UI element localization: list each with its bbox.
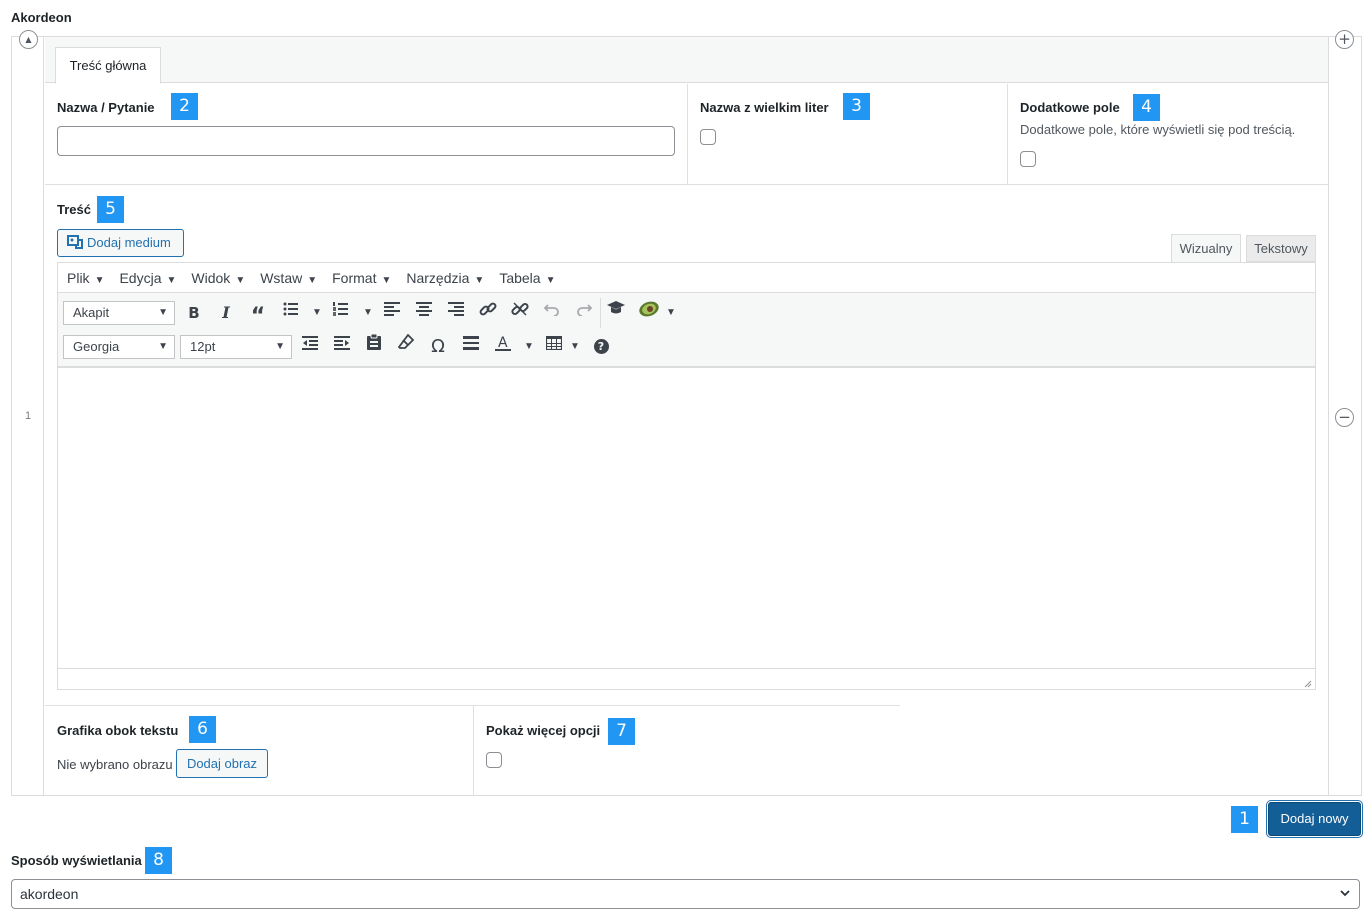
menu-file[interactable]: Plik ▼ [67, 270, 104, 286]
name-label: Nazwa / Pytanie [57, 100, 155, 115]
tab-visual-label: Wizualny [1179, 241, 1233, 256]
blockquote-icon[interactable]: “ [245, 300, 271, 329]
bold-icon[interactable]: B [181, 300, 207, 326]
bullet-list-icon[interactable] [278, 300, 304, 326]
avocado-dropdown-icon[interactable]: ▼ [666, 307, 676, 318]
display-mode-label: Sposób wyświetlania [11, 853, 142, 868]
graduation-cap-icon[interactable] [603, 300, 629, 326]
chevron-down-icon [1339, 880, 1351, 917]
omega-icon[interactable]: Ω [425, 334, 451, 360]
display-mode-select[interactable]: akordeon [11, 879, 1360, 909]
unlink-icon[interactable] [507, 300, 533, 326]
field-divider [1007, 84, 1008, 184]
numbered-list-dropdown-icon[interactable]: ▼ [363, 307, 373, 318]
align-right-icon[interactable] [443, 300, 469, 326]
badge-7: 7 [608, 718, 635, 745]
extra-field-checkbox[interactable] [1020, 151, 1036, 167]
italic-icon[interactable]: I [213, 300, 239, 326]
redo-icon[interactable] [571, 300, 597, 326]
image-field-label: Grafika obok tekstu [57, 723, 179, 738]
add-media-label: Dodaj medium [87, 235, 171, 250]
toolbar-separator [600, 298, 601, 328]
add-new-button[interactable]: Dodaj nowy [1268, 802, 1361, 836]
badge-3: 3 [843, 93, 870, 120]
media-icon [67, 232, 83, 249]
more-options-label: Pokaż więcej opcji [486, 723, 601, 738]
content-label: Treść [57, 202, 91, 217]
chevron-down-icon: ▼ [275, 341, 285, 352]
uppercase-checkbox[interactable] [700, 129, 716, 145]
badge-2: 2 [171, 93, 198, 120]
tab-visual[interactable]: Wizualny [1171, 234, 1241, 263]
numbered-list-icon[interactable] [328, 300, 354, 326]
badge-8: 8 [145, 847, 172, 874]
add-media-button[interactable]: Dodaj medium [57, 229, 184, 257]
more-options-checkbox[interactable] [486, 752, 502, 768]
editor-content-area[interactable] [58, 370, 1315, 668]
chevron-down-icon: ▼ [158, 307, 168, 318]
menu-insert[interactable]: Wstaw ▼ [260, 270, 317, 286]
extra-field-description: Dodatkowe pole, które wyświetli się pod … [1020, 122, 1296, 137]
table-dropdown-icon[interactable]: ▼ [570, 341, 580, 352]
field-divider [45, 184, 1328, 185]
paragraph-select[interactable]: Akapit ▼ [63, 301, 175, 325]
badge-6: 6 [189, 716, 216, 743]
horizontal-rule-icon[interactable] [458, 334, 484, 360]
badge-5: 5 [97, 196, 124, 223]
avocado-icon[interactable] [636, 300, 662, 326]
paste-icon[interactable] [361, 333, 387, 360]
align-center-icon[interactable] [411, 300, 437, 326]
extra-field-label: Dodatkowe pole [1020, 100, 1120, 115]
tab-text-label: Tekstowy [1254, 241, 1308, 256]
indent-icon[interactable] [329, 334, 355, 360]
link-icon[interactable] [475, 300, 501, 326]
eraser-icon[interactable] [393, 333, 419, 360]
menu-format[interactable]: Format ▼ [332, 270, 391, 286]
undo-icon[interactable] [539, 300, 565, 326]
tab-main-content[interactable]: Treść główna [55, 47, 161, 84]
resize-handle-icon[interactable] [1302, 676, 1312, 688]
tab-text[interactable]: Tekstowy [1246, 235, 1316, 262]
table-icon[interactable] [541, 334, 567, 360]
badge-4: 4 [1133, 94, 1160, 121]
no-image-text: Nie wybrano obrazu [57, 757, 173, 772]
badge-1: 1 [1231, 806, 1258, 833]
svg-text:A: A [498, 335, 508, 351]
editor-statusbar [58, 668, 1315, 689]
add-row-button[interactable]: + [1335, 30, 1354, 49]
text-color-dropdown-icon[interactable]: ▼ [524, 341, 534, 352]
collapse-row-button[interactable]: ▲ [19, 30, 38, 49]
uppercase-label: Nazwa z wielkim liter [700, 100, 829, 115]
menu-view[interactable]: Widok ▼ [191, 270, 245, 286]
menu-table[interactable]: Tabela ▼ [499, 270, 555, 286]
section-title: Akordeon [11, 10, 72, 25]
add-image-button[interactable]: Dodaj obraz [176, 749, 268, 778]
field-divider [473, 706, 474, 795]
row-number: 1 [25, 410, 32, 422]
tab-bar [45, 37, 1328, 83]
text-color-icon[interactable]: A [490, 334, 516, 360]
chevron-down-icon: ▼ [158, 341, 168, 352]
font-size-select[interactable]: 12pt ▼ [180, 335, 292, 359]
menu-edit[interactable]: Edycja ▼ [119, 270, 176, 286]
tab-label: Treść główna [69, 58, 147, 73]
help-icon[interactable]: ? [588, 334, 614, 360]
menu-tools[interactable]: Narzędzia ▼ [406, 270, 484, 286]
editor-menubar: Plik ▼ Edycja ▼ Widok ▼ Wstaw ▼ Format ▼ Narzędzia… [67, 270, 570, 288]
field-divider [687, 84, 688, 184]
font-family-select[interactable]: Georgia ▼ [63, 335, 175, 359]
remove-row-button[interactable]: − [1335, 408, 1354, 427]
align-left-icon[interactable] [379, 300, 405, 326]
name-input[interactable] [57, 126, 675, 156]
bullet-list-dropdown-icon[interactable]: ▼ [312, 307, 322, 318]
outdent-icon[interactable] [297, 334, 323, 360]
